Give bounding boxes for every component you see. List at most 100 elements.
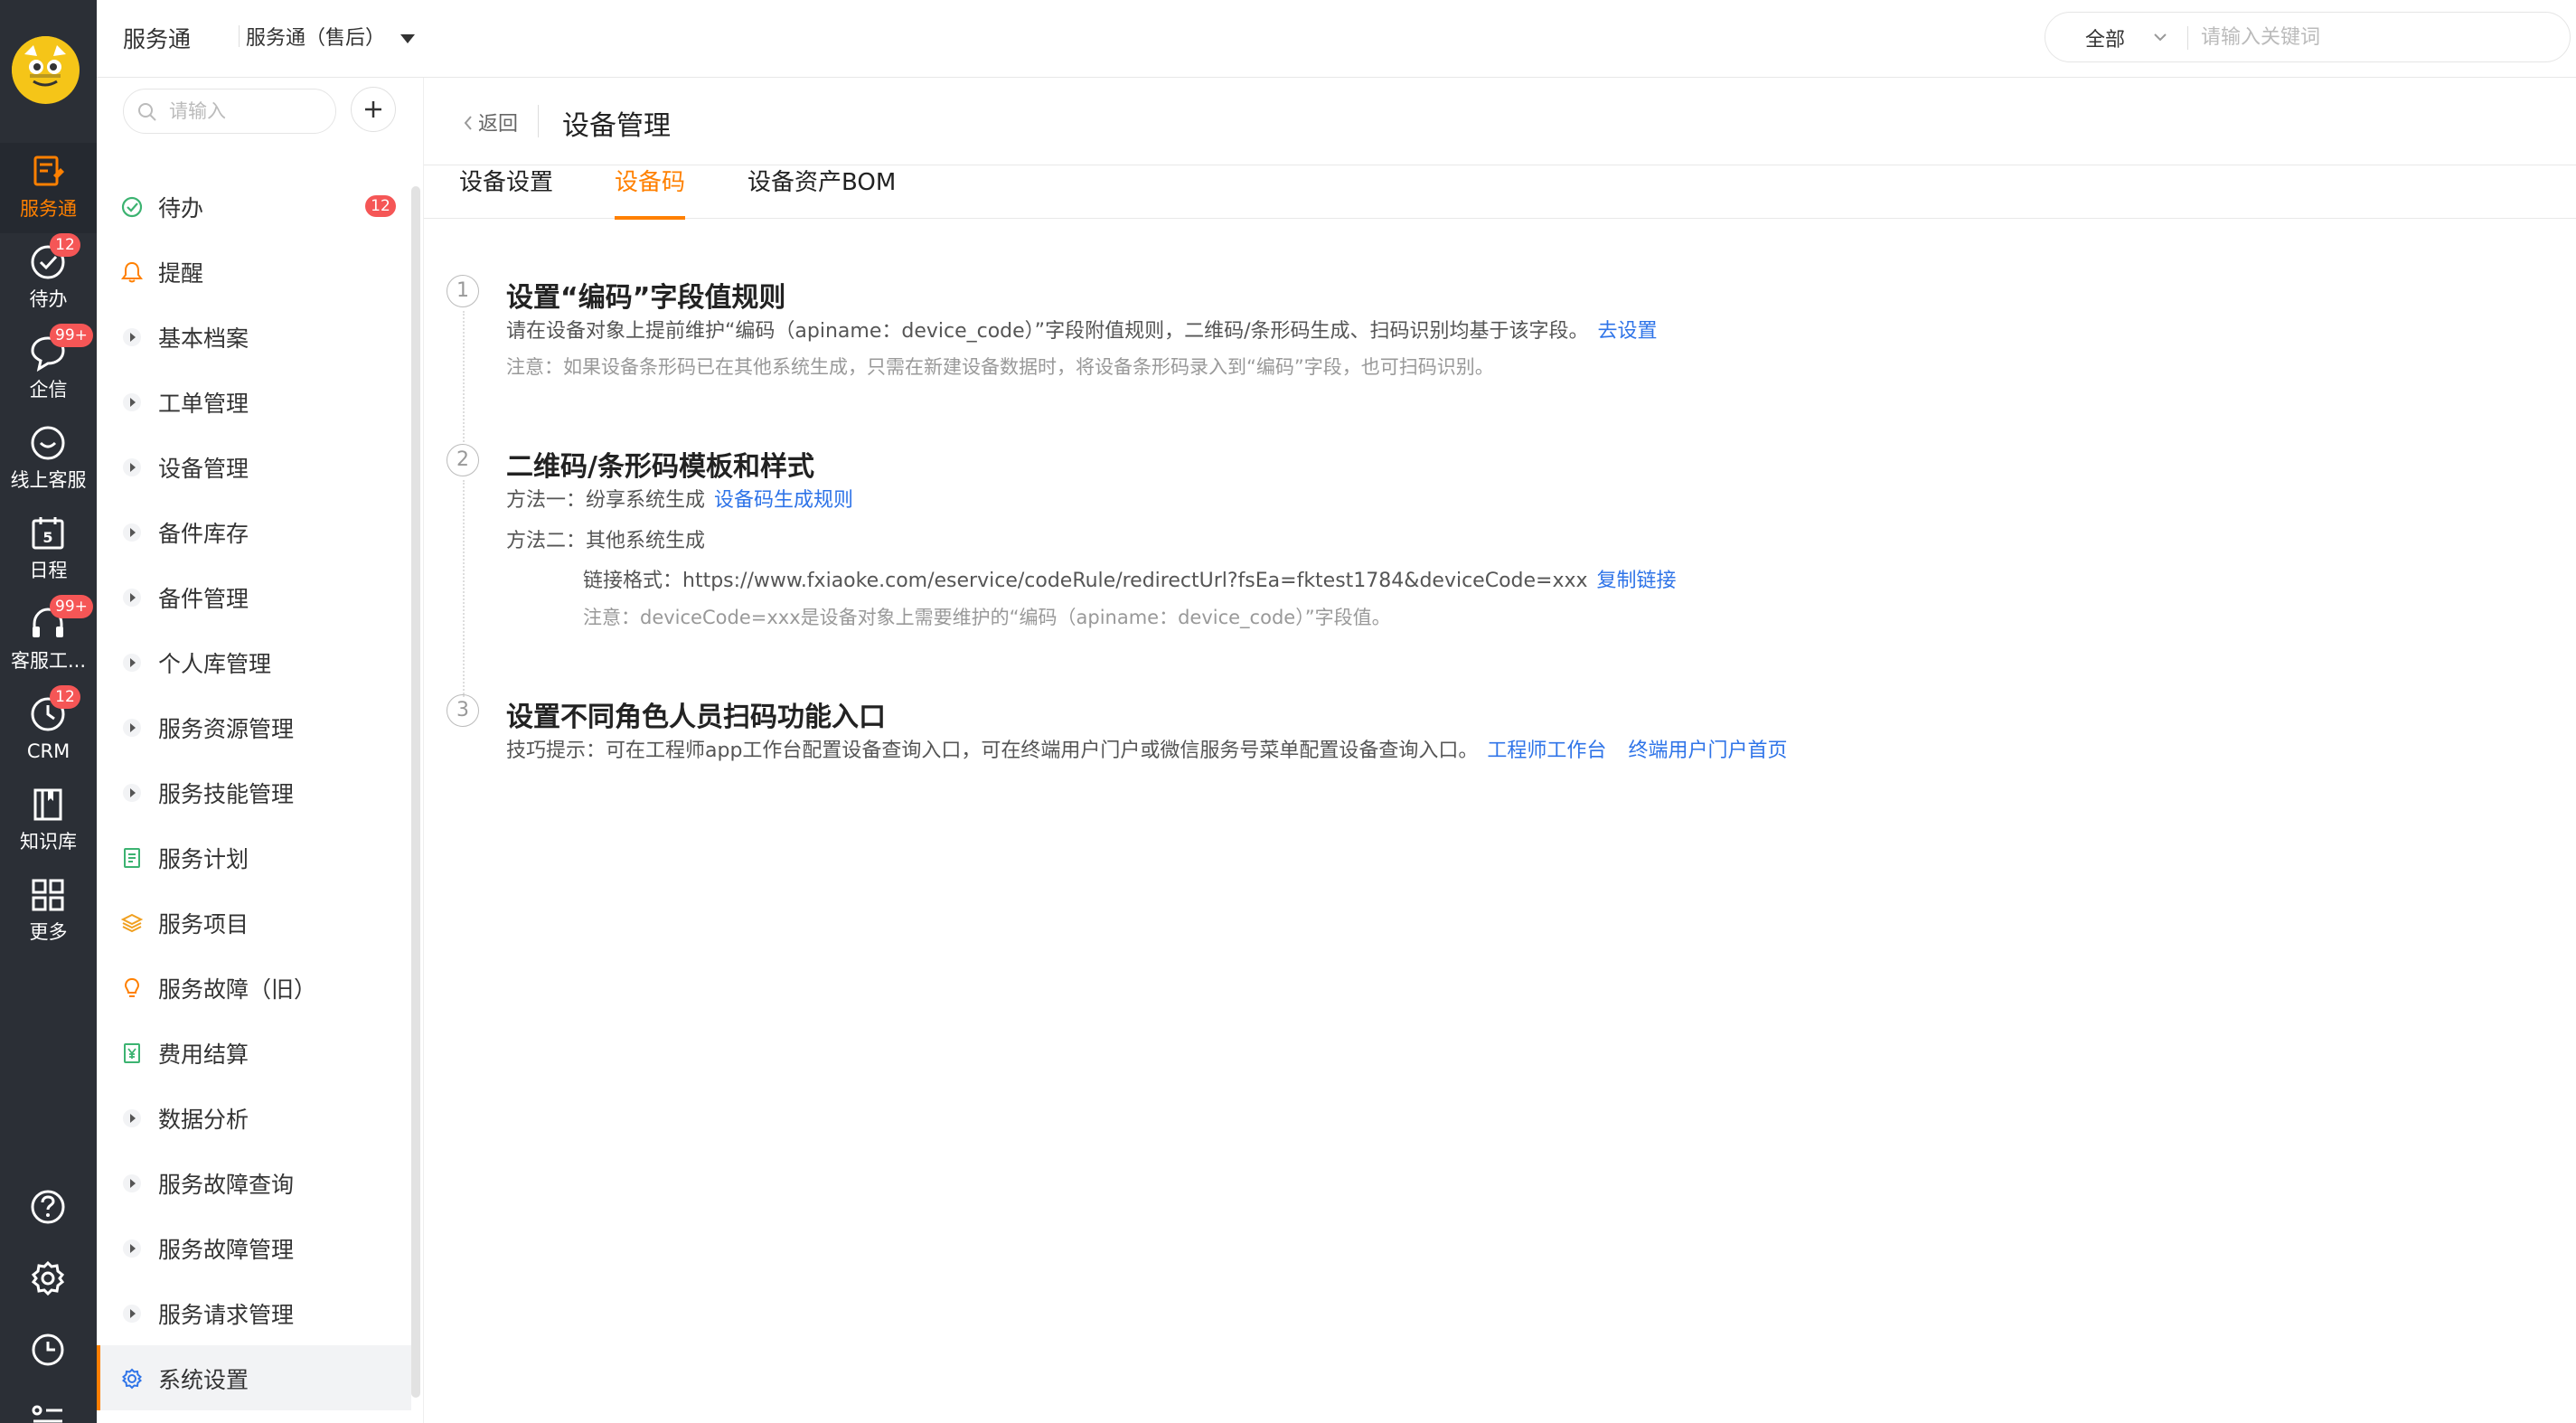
step-title: 设置不同角色人员扫码功能入口	[506, 702, 886, 733]
service-icon	[33, 155, 64, 186]
sidebar-item-work-orders[interactable]: 工单管理	[97, 369, 411, 434]
code-rule-link[interactable]: 设备码生成规则	[714, 489, 853, 512]
sidebar-item-fault-query[interactable]: 服务故障查询	[97, 1150, 411, 1215]
caret-down-icon[interactable]	[400, 34, 415, 43]
step-number: 1	[447, 275, 479, 307]
settings-icon[interactable]	[28, 1258, 68, 1298]
sidebar-item-label: 服务故障（旧）	[158, 976, 317, 1003]
step-title: 二维码/条形码模板和样式	[506, 451, 814, 483]
go-settings-link[interactable]: 去设置	[1597, 320, 1657, 343]
step-number: 2	[447, 444, 479, 476]
rail-item-service[interactable]: 服务通	[0, 143, 97, 233]
sidebar-item-label: 提醒	[158, 260, 204, 287]
list-icon[interactable]	[28, 1399, 68, 1423]
sidebar-item-label: 服务请求管理	[158, 1302, 295, 1328]
sidebar-item-system-settings[interactable]: 系统设置	[97, 1345, 411, 1410]
sidebar-item-label: 工单管理	[158, 391, 249, 417]
sidebar-item-spare-management[interactable]: 备件管理	[97, 564, 411, 629]
caret-right-icon	[123, 523, 141, 542]
tip-text: 技巧提示：可在工程师app工作台配置设备查询入口，可在终端用户门户或微信服务号菜…	[506, 740, 1479, 762]
tab-device-code[interactable]: 设备码	[615, 166, 686, 220]
page-title: 设备管理	[562, 110, 671, 142]
step-tip: 技巧提示：可在工程师app工作台配置设备查询入口，可在终端用户门户或微信服务号菜…	[506, 734, 1787, 763]
caret-right-icon	[123, 654, 141, 672]
back-label: 返回	[478, 113, 519, 136]
rail-item-online-service[interactable]: 线上客服	[0, 414, 97, 504]
method-one: 方法一：纷享系统生成 设备码生成规则	[506, 484, 853, 513]
tab-device-bom[interactable]: 设备资产BOM	[747, 166, 896, 219]
sidebar-item-fee-settlement[interactable]: 费用结算	[97, 1020, 411, 1085]
sidebar-item-label: 备件库存	[158, 521, 249, 547]
caret-right-icon	[123, 1109, 141, 1127]
step-note: 注意：deviceCode=xxx是设备对象上需要维护的“编码（apiname：…	[583, 607, 1391, 628]
sidebar-item-todo[interactable]: 待办 12	[97, 174, 411, 239]
sidebar-item-device-management[interactable]: 设备管理	[97, 434, 411, 499]
sidebar-item-service-items[interactable]: 服务项目	[97, 890, 411, 955]
sidebar-item-reminder[interactable]: 提醒	[97, 239, 411, 304]
sidebar-item-basic-files[interactable]: 基本档案	[97, 304, 411, 369]
rail-item-todo[interactable]: 12 待办	[0, 233, 97, 324]
rail-item-more[interactable]: 更多	[0, 866, 97, 957]
rail-item-knowledge[interactable]: 知识库	[0, 776, 97, 866]
sidebar-item-request-management[interactable]: 服务请求管理	[97, 1280, 411, 1345]
sidebar-item-service-resources[interactable]: 服务资源管理	[97, 694, 411, 759]
rail-label: 企信	[29, 379, 68, 401]
caret-right-icon	[123, 784, 141, 802]
rail-item-messenger[interactable]: 99+ 企信	[0, 324, 97, 414]
layers-icon	[120, 913, 144, 933]
rail-label: 客服工...	[10, 650, 87, 672]
caret-right-icon	[123, 1239, 141, 1258]
caret-right-icon	[123, 719, 141, 737]
sidebar-item-label: 数据分析	[158, 1107, 249, 1133]
sidebar-search-input[interactable]	[169, 98, 323, 125]
link-format-text: 链接格式：https://www.fxiaoke.com/eservice/co…	[583, 570, 1588, 592]
search-scope-select[interactable]: 全部	[2085, 24, 2125, 52]
copy-link-button[interactable]: 复制链接	[1597, 570, 1677, 592]
portal-home-link[interactable]: 终端用户门户首页	[1628, 740, 1787, 762]
sidebar-item-label: 待办	[158, 195, 204, 221]
tab-device-settings[interactable]: 设备设置	[459, 166, 553, 219]
sidebar: 待办 12 提醒 基本档案 工单管理 设备管理 备件库存 备件管理	[97, 78, 424, 1423]
add-button[interactable]	[351, 87, 396, 132]
sidebar-item-service-plan[interactable]: 服务计划	[97, 825, 411, 890]
sidebar-item-label: 服务资源管理	[158, 716, 295, 742]
sidebar-item-data-analysis[interactable]: 数据分析	[97, 1085, 411, 1150]
rail-item-crm[interactable]: 12 CRM	[0, 685, 97, 776]
sidebar-menu: 待办 12 提醒 基本档案 工单管理 设备管理 备件库存 备件管理 个人库管理 …	[97, 174, 411, 1410]
sidebar-item-personal-stock[interactable]: 个人库管理	[97, 629, 411, 694]
caret-right-icon	[123, 1174, 141, 1192]
rail-label: 线上客服	[10, 469, 87, 491]
sidebar-item-label: 基本档案	[158, 325, 249, 352]
sidebar-item-label: 服务故障管理	[158, 1237, 295, 1263]
divider	[239, 25, 240, 47]
engineer-workbench-link[interactable]: 工程师工作台	[1487, 740, 1606, 762]
rail-label: 知识库	[20, 831, 77, 853]
app-logo[interactable]	[12, 36, 80, 104]
sidebar-item-label: 服务技能管理	[158, 781, 295, 807]
chevron-left-icon	[464, 116, 472, 130]
help-icon[interactable]	[28, 1187, 68, 1227]
app-switcher[interactable]: 服务通（售后）	[246, 22, 385, 51]
grid-icon	[32, 879, 64, 911]
sidebar-item-service-fault-old[interactable]: 服务故障（旧）	[97, 955, 411, 1020]
sidebar-item-spare-stock[interactable]: 备件库存	[97, 499, 411, 564]
sidebar-scrollbar[interactable]	[411, 186, 420, 1398]
rail-label: 待办	[29, 288, 68, 310]
app-name: 服务通	[123, 26, 192, 52]
sidebar-item-fault-management[interactable]: 服务故障管理	[97, 1215, 411, 1280]
rail-item-customer-service[interactable]: 99+ 客服工...	[0, 595, 97, 685]
global-search-input[interactable]	[2201, 22, 2544, 52]
chevron-down-icon[interactable]	[2152, 29, 2168, 45]
back-link[interactable]: 返回	[462, 108, 518, 137]
history-icon[interactable]	[28, 1330, 68, 1370]
method-one-text: 方法一：纷享系统生成	[506, 489, 706, 512]
step-title: 设置“编码”字段值规则	[506, 282, 786, 314]
divider	[538, 105, 539, 137]
sidebar-item-service-skills[interactable]: 服务技能管理	[97, 759, 411, 825]
main-content: 返回 设备管理 设备设置 设备码 设备资产BOM 1 设置“编码”字段值规则 请…	[424, 78, 2576, 1423]
rail-item-calendar[interactable]: 5 日程	[0, 504, 97, 595]
calendar-day: 5	[42, 529, 52, 546]
bell-icon	[121, 261, 143, 283]
book-icon	[33, 788, 62, 821]
caret-right-icon	[123, 458, 141, 476]
